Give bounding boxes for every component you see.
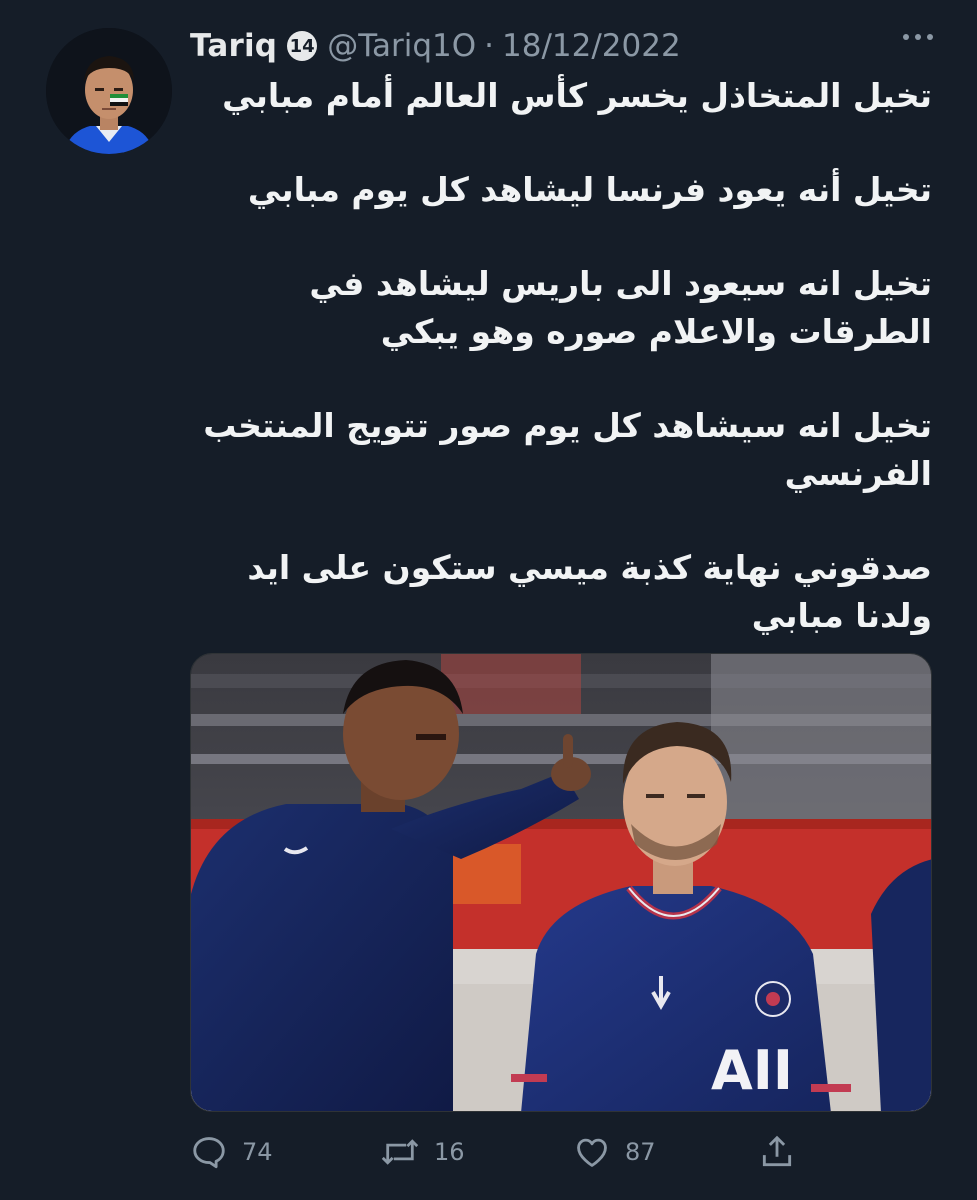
football-players-photo: AII — [191, 654, 931, 1111]
badge-icon: 14 — [287, 31, 318, 61]
display-name[interactable]: Tariq — [190, 28, 277, 64]
avatar[interactable] — [46, 28, 172, 154]
heart-icon — [577, 1138, 607, 1167]
more-dots-icon[interactable] — [903, 34, 933, 40]
header-separator: · — [484, 28, 495, 64]
jersey-text: AII — [711, 1039, 793, 1102]
tweet-paragraph: تخيل انه سيعود الى باريس ليشاهد في الطرق… — [309, 264, 932, 351]
tweet-actions: 74 16 87 — [190, 1130, 932, 1174]
user-handle[interactable]: @Tariq1O — [327, 28, 476, 64]
tweet-paragraph: تخيل أنه يعود فرنسا ليشاهد كل يوم مبابي — [247, 170, 932, 209]
tweet-media-image[interactable]: AII — [190, 653, 932, 1112]
like-button[interactable]: 87 — [573, 1130, 656, 1174]
share-upload-icon — [762, 1135, 792, 1167]
share-button[interactable] — [758, 1130, 796, 1174]
avatar-image — [46, 28, 172, 154]
like-count: 87 — [625, 1138, 656, 1166]
reply-bubble-icon — [193, 1137, 225, 1169]
tweet-paragraph: صدقوني نهاية كذبة ميسي ستكون على ايد ولد… — [247, 548, 932, 635]
tweet-card[interactable]: Tariq 14 @Tariq1O · 18/12/2022 تخيل المت… — [0, 0, 977, 1200]
tweet-paragraph: تخيل المتخاذل يخسر كأس العالم أمام مبابي — [222, 76, 932, 115]
retweet-button[interactable]: 16 — [380, 1130, 465, 1174]
reply-button[interactable]: 74 — [190, 1130, 273, 1174]
tweet-text: تخيل المتخاذل يخسر كأس العالم أمام مبابي… — [190, 72, 932, 640]
retweet-count: 16 — [434, 1138, 465, 1166]
retweet-arrows-icon — [381, 1139, 419, 1165]
tweet-header: Tariq 14 @Tariq1O · 18/12/2022 — [190, 26, 681, 66]
tweet-paragraph: تخيل انه سيشاهد كل يوم صور تتويج المنتخب… — [203, 406, 932, 493]
reply-count: 74 — [242, 1138, 273, 1166]
tweet-date[interactable]: 18/12/2022 — [502, 28, 681, 64]
